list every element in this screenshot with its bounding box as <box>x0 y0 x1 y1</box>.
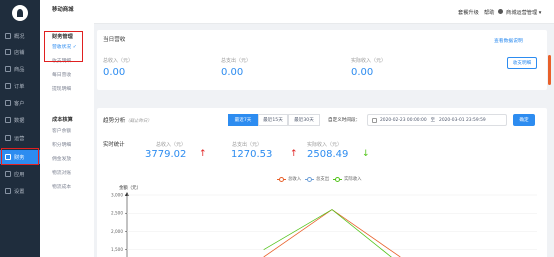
upgrade-link[interactable]: 套餐升级 <box>458 9 479 16</box>
user-avatar-icon <box>498 9 503 14</box>
operate-icon <box>5 135 11 141</box>
range-7days-tab[interactable]: 最近7天 <box>228 114 258 126</box>
data-help-link[interactable]: 查看数据说明 <box>494 37 523 44</box>
legend-actual[interactable]: 实际收入 <box>333 176 362 182</box>
legend-actual-swatch <box>333 176 342 182</box>
nav-item-customers[interactable]: 客户 <box>0 96 40 110</box>
range-30days-tab[interactable]: 最近30天 <box>288 114 320 126</box>
goods-icon <box>5 66 11 72</box>
trend-line-chart: 金额（元） 3,000 2,500 2,000 1,500 <box>111 184 537 257</box>
actual-value: 2508.49 <box>307 149 349 160</box>
legend-income-swatch <box>277 176 286 182</box>
user-icon <box>5 100 11 106</box>
submenu-item-withdraw[interactable]: 提现明细 <box>52 85 71 92</box>
income-value: 3779.02 <box>145 149 187 160</box>
primary-nav: 概况 店铺 商品 订单 客户 数据 运营 财务 应用 设置 <box>0 0 40 257</box>
order-icon <box>5 83 11 89</box>
actual-label: 实际收入（元） <box>307 142 343 148</box>
y-tick-label: 3,000 <box>111 193 123 198</box>
app-icon <box>5 171 11 177</box>
nav-item-apps[interactable]: 应用 <box>0 167 40 181</box>
details-button[interactable]: 收支明细 <box>507 57 537 69</box>
date-separator: 至 <box>430 118 436 123</box>
submenu-group-cost: 成本核算 <box>52 117 73 123</box>
legend-expense-swatch <box>305 176 314 182</box>
nav-item-orders[interactable]: 订单 <box>0 79 40 93</box>
today-expense-value: 0.00 <box>221 67 244 78</box>
scrollbar-thumb[interactable] <box>548 55 551 85</box>
legend-income[interactable]: 总收入 <box>277 176 301 182</box>
home-icon <box>5 33 11 39</box>
today-revenue-card: 当日营收 查看数据说明 总收入（元） 0.00 总支出（元） 0.00 实际收入… <box>97 30 547 90</box>
legend-expense[interactable]: 总支出 <box>305 176 329 182</box>
nav-item-goods[interactable]: 商品 <box>0 62 40 76</box>
today-income-value: 0.00 <box>103 67 126 78</box>
submenu-item-daily[interactable]: 每日营收 <box>52 71 71 78</box>
today-expense-label: 总支出（元） <box>221 58 252 64</box>
income-up-arrow: ↑ <box>199 149 207 159</box>
highlight-box-nav <box>1 148 39 165</box>
nav-item-operations[interactable]: 运营 <box>0 131 40 145</box>
highlight-box-submenu <box>44 31 83 62</box>
today-actual-value: 0.00 <box>351 67 374 78</box>
today-title: 当日营收 <box>103 37 126 43</box>
income-label: 总收入（元） <box>156 142 187 148</box>
nav-item-shop[interactable]: 店铺 <box>0 45 40 59</box>
actual-down-arrow: ↓ <box>362 149 370 159</box>
range-15days-tab[interactable]: 最近15天 <box>258 114 288 126</box>
y-tick-label: 1,500 <box>111 247 123 252</box>
data-icon <box>5 117 11 123</box>
y-tick-label: 2,000 <box>111 229 123 234</box>
today-actual-label: 实际收入（元） <box>351 58 387 64</box>
shop-icon <box>5 49 11 55</box>
date-start: 2020-02-23 00:00:00 <box>380 117 427 123</box>
logo-icon <box>12 5 28 21</box>
expense-value: 1270.53 <box>231 149 273 160</box>
user-menu[interactable]: 商城运营管理 ▾ <box>506 9 541 16</box>
nav-item-settings[interactable]: 设置 <box>0 184 40 198</box>
top-header: 套餐升级 帮助 商城运营管理 ▾ <box>94 0 554 24</box>
submenu-item-logistics-cost[interactable]: 物流成本 <box>52 183 71 190</box>
calendar-icon <box>372 117 377 123</box>
submenu-item-logistics[interactable]: 物流对账 <box>52 169 71 176</box>
date-range-picker[interactable]: 2020-02-23 00:00:00 至 2020-03-01 23:59:5… <box>367 114 507 126</box>
expense-label: 总支出（元） <box>232 142 263 148</box>
submenu-item-balance[interactable]: 客户余额 <box>52 127 71 134</box>
y-axis-arrow <box>125 192 129 196</box>
y-tick-label: 2,500 <box>111 211 123 216</box>
settings-icon <box>5 188 11 194</box>
trend-title: 趋势分析（截止昨日） <box>103 118 152 124</box>
help-link[interactable]: 帮助 <box>484 9 494 16</box>
confirm-button[interactable]: 确定 <box>513 114 535 126</box>
submenu-item-commission[interactable]: 佣金发放 <box>52 155 71 162</box>
today-income-label: 总收入（元） <box>103 58 134 64</box>
custom-range-label: 自定义时间段： <box>328 118 361 123</box>
submenu-item-points[interactable]: 积分明细 <box>52 141 71 148</box>
store-title: 移动商城 <box>52 7 74 13</box>
expense-up-arrow: ↑ <box>290 149 298 159</box>
nav-item-overview[interactable]: 概况 <box>0 29 40 43</box>
realtime-stats-title: 实时统计 <box>103 142 125 148</box>
date-end: 2020-03-01 23:59:59 <box>439 117 486 123</box>
y-axis-title: 金额（元） <box>119 184 141 191</box>
nav-item-data[interactable]: 数据 <box>0 113 40 127</box>
